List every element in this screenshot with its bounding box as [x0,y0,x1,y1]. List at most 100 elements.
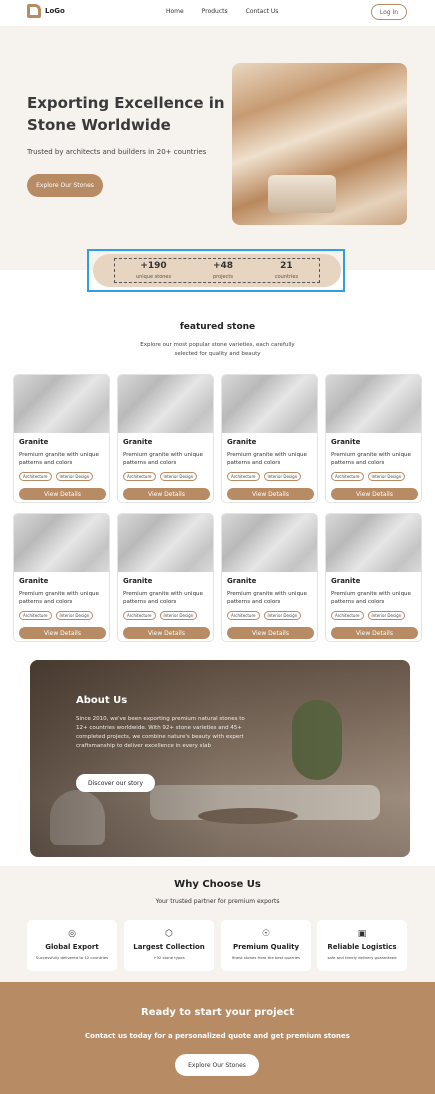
featured-subtitle: Explore our most popular stone varieties… [140,342,295,357]
top-navbar: LoGo Home Products Contact Us Log In [0,0,435,26]
card-title: Granite [123,438,153,446]
cta-explore-button[interactable]: Explore Our Stones [175,1054,259,1076]
tag-interior-design[interactable]: Interior Design [55,611,94,620]
view-details-button[interactable]: View Details [331,488,418,500]
feature-description: Successfully delivered to 12 countries [35,955,109,960]
card-title: Granite [331,577,361,585]
cta-section: Ready to start your project Contact us t… [0,982,435,1094]
login-button[interactable]: Log In [371,4,407,20]
stone-card[interactable]: Granite Premium granite with unique patte… [13,374,110,503]
logo[interactable]: LoGo [27,4,65,18]
hero-explore-button[interactable]: Explore Our Stones [27,174,103,197]
nav-link-contact[interactable]: Contact Us [246,8,279,15]
card-title: Granite [19,438,49,446]
tag-architecture[interactable]: Architecture [227,472,260,481]
feature-title: Premium Quality [232,943,300,951]
feature-description: +92 stone types [153,955,185,960]
tag-architecture[interactable]: Architecture [123,472,156,481]
card-title: Granite [123,577,153,585]
truck-icon: ▣ [357,929,367,939]
tag-interior-design[interactable]: Interior Design [263,472,302,481]
card-description: Premium granite with unique patterns and… [123,452,203,466]
card-tags: Architecture Interior Design [331,611,406,620]
award-icon: ☉ [261,929,271,939]
feature-description: finest stones from the best quarries [232,955,300,960]
card-description: Premium granite with unique patterns and… [227,591,307,605]
view-details-button[interactable]: View Details [331,627,418,639]
tag-interior-design[interactable]: Interior Design [159,472,198,481]
stone-card[interactable]: Granite Premium granite with unique patte… [117,374,214,503]
card-tags: Architecture Interior Design [19,472,94,481]
featured-title: featured stone [179,322,256,332]
cube-icon: ⬡ [165,929,173,939]
why-choose-us-section: Why Choose Us Your trusted partner for p… [0,866,435,982]
hero-stone-image [232,63,407,225]
hero-title: Exporting Excellence in Stone Worldwide [27,94,225,134]
stone-image [222,375,317,433]
stone-card[interactable]: Granite Premium granite with unique patte… [221,374,318,503]
cta-title: Ready to start your project [141,1007,294,1018]
card-description: Premium granite with unique patterns and… [331,591,411,605]
feature-reliable-logistics: ▣ Reliable Logistics safe and timely del… [317,920,407,971]
feature-title: Reliable Logistics [327,943,397,951]
stone-image [326,375,421,433]
tag-architecture[interactable]: Architecture [331,472,364,481]
about-text: Since 2010, we've been exporting premium… [76,716,245,749]
why-title: Why Choose Us [174,879,261,890]
hero-section: Exporting Excellence in Stone Worldwide … [0,26,435,270]
card-title: Granite [19,577,49,585]
feature-global-export: ◎ Global Export Successfully delivered t… [27,920,117,971]
stone-card[interactable]: Granite Premium granite with unique patte… [325,374,422,503]
stone-image [14,375,109,433]
why-subtitle: Your trusted partner for premium exports [155,898,280,905]
tag-interior-design[interactable]: Interior Design [263,611,302,620]
card-tags: Architecture Interior Design [123,611,198,620]
feature-largest-collection: ⬡ Largest Collection +92 stone types [124,920,214,971]
logo-text: LoGo [45,7,65,15]
stone-card[interactable]: Granite Premium granite with unique patte… [221,513,318,642]
view-details-button[interactable]: View Details [123,627,210,639]
card-description: Premium granite with unique patterns and… [19,591,99,605]
tag-interior-design[interactable]: Interior Design [159,611,198,620]
globe-icon: ◎ [68,929,76,939]
tag-architecture[interactable]: Architecture [19,472,52,481]
discover-story-button[interactable]: Discover our story [76,774,155,792]
stone-card[interactable]: Granite Premium granite with unique patte… [117,513,214,642]
about-title: About Us [76,695,128,706]
nav-link-home[interactable]: Home [166,8,184,15]
card-description: Premium granite with unique patterns and… [331,452,411,466]
feature-premium-quality: ☉ Premium Quality finest stones from the… [221,920,311,971]
card-description: Premium granite with unique patterns and… [19,452,99,466]
tag-architecture[interactable]: Architecture [123,611,156,620]
stone-pedestal [268,175,336,213]
feature-description: safe and timely delivery guaranteed [327,955,397,960]
stone-image [14,514,109,572]
nav-links: Home Products Contact Us [166,8,278,15]
tag-interior-design[interactable]: Interior Design [55,472,94,481]
cta-subtitle: Contact us today for a personalized quot… [85,1032,350,1040]
tag-interior-design[interactable]: Interior Design [367,611,406,620]
view-details-button[interactable]: View Details [123,488,210,500]
stone-image [222,514,317,572]
selection-highlight [87,249,345,292]
stone-card[interactable]: Granite Premium granite with unique patte… [325,513,422,642]
view-details-button[interactable]: View Details [19,488,106,500]
stone-image [118,514,213,572]
hero-subtitle: Trusted by architects and builders in 20… [27,148,207,156]
tag-architecture[interactable]: Architecture [227,611,260,620]
stone-card[interactable]: Granite Premium granite with unique patte… [13,513,110,642]
tag-architecture[interactable]: Architecture [331,611,364,620]
view-details-button[interactable]: View Details [19,627,106,639]
feature-title: Largest Collection [133,943,205,951]
card-description: Premium granite with unique patterns and… [227,452,307,466]
nav-link-products[interactable]: Products [202,8,228,15]
view-details-button[interactable]: View Details [227,627,314,639]
card-tags: Architecture Interior Design [227,611,302,620]
card-title: Granite [331,438,361,446]
about-section: About Us Since 2010, we've been exportin… [30,660,410,857]
view-details-button[interactable]: View Details [227,488,314,500]
tag-interior-design[interactable]: Interior Design [367,472,406,481]
tag-architecture[interactable]: Architecture [19,611,52,620]
stone-image [326,514,421,572]
card-title: Granite [227,438,257,446]
